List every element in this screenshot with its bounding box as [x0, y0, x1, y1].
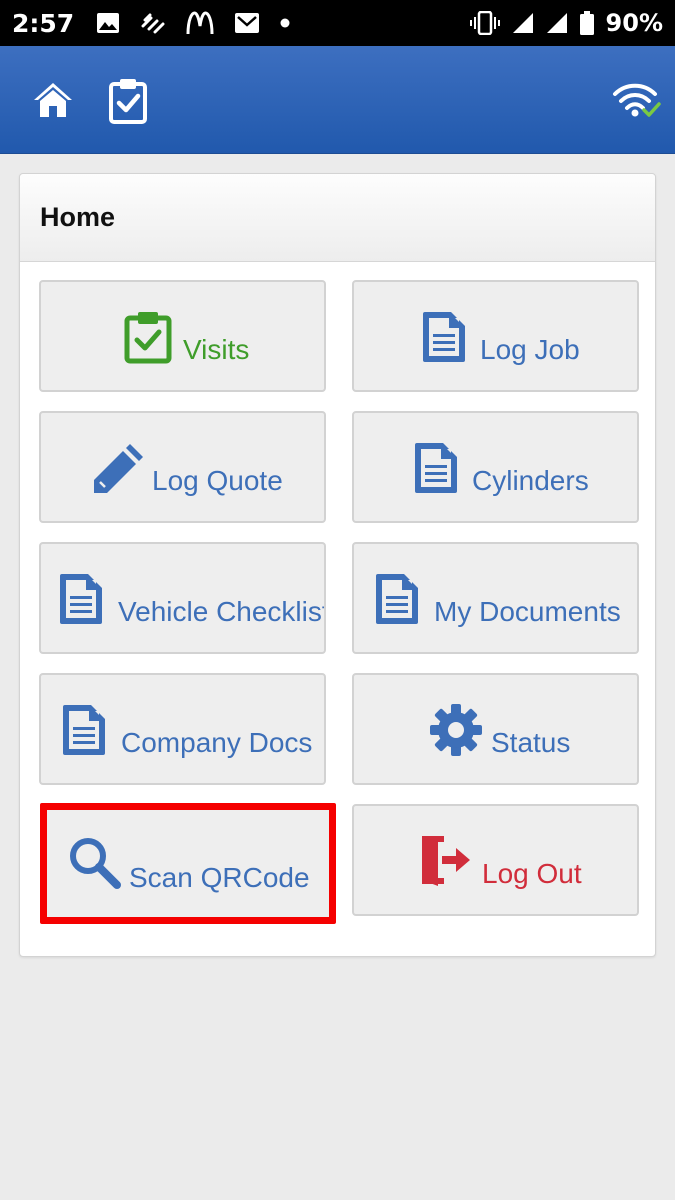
- log-job-label: Log Job: [480, 334, 580, 365]
- my-documents-button[interactable]: My Documents: [352, 542, 639, 654]
- log-out-button[interactable]: Log Out: [352, 804, 639, 916]
- log-out-label: Log Out: [482, 858, 582, 889]
- sync-notification-icon: [140, 12, 166, 34]
- more-notifications-dot-icon: [280, 18, 290, 28]
- battery-icon: [579, 11, 594, 35]
- scan-qrcode-button[interactable]: Scan QRCode: [40, 803, 336, 924]
- status-bar: 2:57 90%: [0, 0, 675, 46]
- pencil-icon: [94, 444, 143, 493]
- visits-button[interactable]: Visits: [39, 280, 326, 392]
- home-icon: [34, 83, 72, 117]
- document-icon: [60, 574, 102, 624]
- cylinders-button[interactable]: Cylinders: [352, 411, 639, 523]
- connection-status-indicator: [612, 80, 662, 120]
- search-icon: [70, 838, 121, 889]
- log-quote-label: Log Quote: [152, 465, 283, 496]
- image-notification-icon: [96, 12, 120, 34]
- notification-icons: [96, 11, 290, 35]
- clipboard-check-icon: [109, 79, 147, 124]
- visits-label: Visits: [183, 334, 250, 365]
- status-label: Status: [491, 727, 571, 758]
- status-button[interactable]: Status: [352, 673, 639, 785]
- document-icon: [423, 312, 465, 362]
- clipboard-check-icon: [124, 312, 172, 364]
- cell-signal-icon: [512, 12, 534, 34]
- company-docs-button[interactable]: Company Docs: [39, 673, 326, 785]
- mcdonalds-notification-icon: [186, 11, 214, 35]
- home-button[interactable]: [32, 80, 74, 120]
- my-documents-label: My Documents: [434, 596, 621, 627]
- cylinders-label: Cylinders: [472, 465, 589, 496]
- logout-door-icon: [422, 836, 470, 886]
- status-time: 2:57: [12, 8, 75, 38]
- mail-notification-icon: [234, 12, 260, 34]
- document-icon: [63, 705, 105, 755]
- cell-signal-2-icon: [546, 12, 568, 34]
- document-icon: [376, 574, 418, 624]
- system-status-icons: 90%: [469, 9, 663, 37]
- company-docs-label: Company Docs: [121, 727, 313, 758]
- vibrate-icon: [469, 11, 500, 35]
- wifi-connected-icon: [613, 83, 661, 117]
- app-bar: [0, 46, 675, 154]
- page-title: Home: [40, 202, 116, 232]
- visits-shortcut-button[interactable]: [108, 76, 148, 124]
- panel-header: Home: [20, 174, 655, 262]
- gear-icon: [430, 704, 482, 756]
- battery-percentage: 90%: [605, 9, 663, 37]
- log-quote-button[interactable]: Log Quote: [39, 411, 326, 523]
- vehicle-checklist-button[interactable]: Vehicle Checklist: [39, 542, 326, 654]
- log-job-button[interactable]: Log Job: [352, 280, 639, 392]
- document-icon: [415, 443, 457, 493]
- vehicle-checklist-label: Vehicle Checklist: [118, 596, 326, 627]
- scan-qrcode-label: Scan QRCode: [129, 862, 310, 893]
